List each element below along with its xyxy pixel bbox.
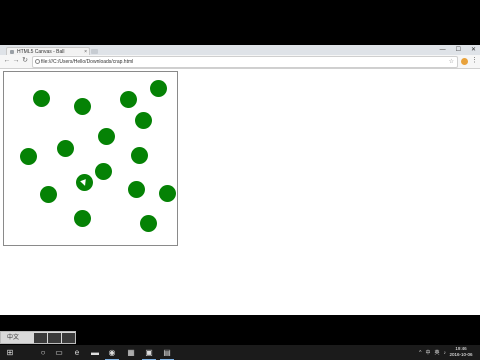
taskbar: ⊞ ○ ▭ e ▬ ◉ ▦ ▣ ▤ ^ 中 英 ♪ 19:46 2016-10-… — [0, 345, 480, 360]
new-tab-button[interactable] — [91, 49, 98, 54]
ball[interactable] — [128, 181, 145, 198]
language-indicator[interactable]: 中 — [425, 349, 430, 356]
app-icon[interactable]: ▣ — [142, 346, 156, 360]
ball[interactable] — [135, 112, 152, 129]
speaker-icon[interactable]: ♪ — [444, 350, 447, 356]
ball[interactable] — [20, 148, 37, 165]
ime-toolbar: 中文 — [0, 331, 76, 344]
file-explorer-icon[interactable]: ▬ — [88, 346, 102, 359]
ball[interactable] — [33, 90, 50, 107]
ime-label: 中文 — [7, 335, 20, 341]
browser-toolbar: ← → ↻ file:///C:/Users/Hello/Downloads/c… — [0, 55, 480, 69]
back-icon[interactable]: ← — [3, 57, 11, 65]
ball[interactable] — [150, 80, 167, 97]
ball[interactable] — [95, 163, 112, 180]
reload-icon[interactable]: ↻ — [21, 57, 29, 65]
ball-canvas[interactable] — [3, 71, 178, 246]
task-view-icon[interactable]: ▭ — [52, 346, 66, 359]
tab-strip: HTML5 Canvas - Ball × — ☐ ✕ — [0, 45, 480, 56]
window-controls: — ☐ ✕ — [440, 45, 476, 55]
close-window-icon[interactable]: ✕ — [471, 45, 476, 55]
ime-button[interactable] — [62, 333, 75, 343]
clock[interactable]: 19:46 2016-10-06 — [448, 346, 474, 358]
chevron-up-icon[interactable]: ^ — [419, 350, 421, 356]
minimize-icon[interactable]: — — [440, 45, 446, 55]
store-icon[interactable]: ▦ — [124, 346, 138, 359]
page-icon — [10, 50, 14, 54]
ball[interactable] — [120, 91, 137, 108]
screen: HTML5 Canvas - Ball × — ☐ ✕ ← → ↻ file:/… — [0, 45, 480, 360]
page-info-icon[interactable] — [35, 59, 40, 64]
ball[interactable] — [57, 140, 74, 157]
notepad-icon[interactable]: ▤ — [160, 346, 174, 360]
system-tray: ^ 中 英 ♪ — [419, 345, 446, 360]
windows-icon[interactable]: ⊞ — [3, 346, 17, 359]
url-text: file:///C:/Users/Hello/Downloads/crap.ht… — [41, 59, 134, 65]
ball[interactable] — [131, 147, 148, 164]
clock-date: 2016-10-06 — [449, 352, 473, 357]
extension-icon[interactable] — [461, 58, 468, 65]
ime-button[interactable] — [34, 333, 47, 343]
maximize-icon[interactable]: ☐ — [456, 45, 461, 55]
ball[interactable] — [74, 98, 91, 115]
ime-button[interactable] — [48, 333, 61, 343]
forward-icon[interactable]: → — [12, 57, 20, 65]
ball[interactable] — [98, 128, 115, 145]
ball[interactable] — [74, 210, 91, 227]
search-icon[interactable]: ○ — [36, 346, 50, 359]
edge-icon[interactable]: e — [70, 346, 84, 359]
address-bar[interactable]: file:///C:/Users/Hello/Downloads/crap.ht… — [32, 56, 458, 68]
chrome-icon[interactable]: ◉ — [105, 346, 119, 360]
star-icon[interactable]: ☆ — [449, 57, 454, 67]
menu-icon[interactable]: ⋮ — [471, 57, 478, 65]
ball[interactable] — [140, 215, 157, 232]
ime-indicator[interactable]: 英 — [434, 349, 439, 356]
ball[interactable] — [159, 185, 176, 202]
ball[interactable] — [40, 186, 57, 203]
